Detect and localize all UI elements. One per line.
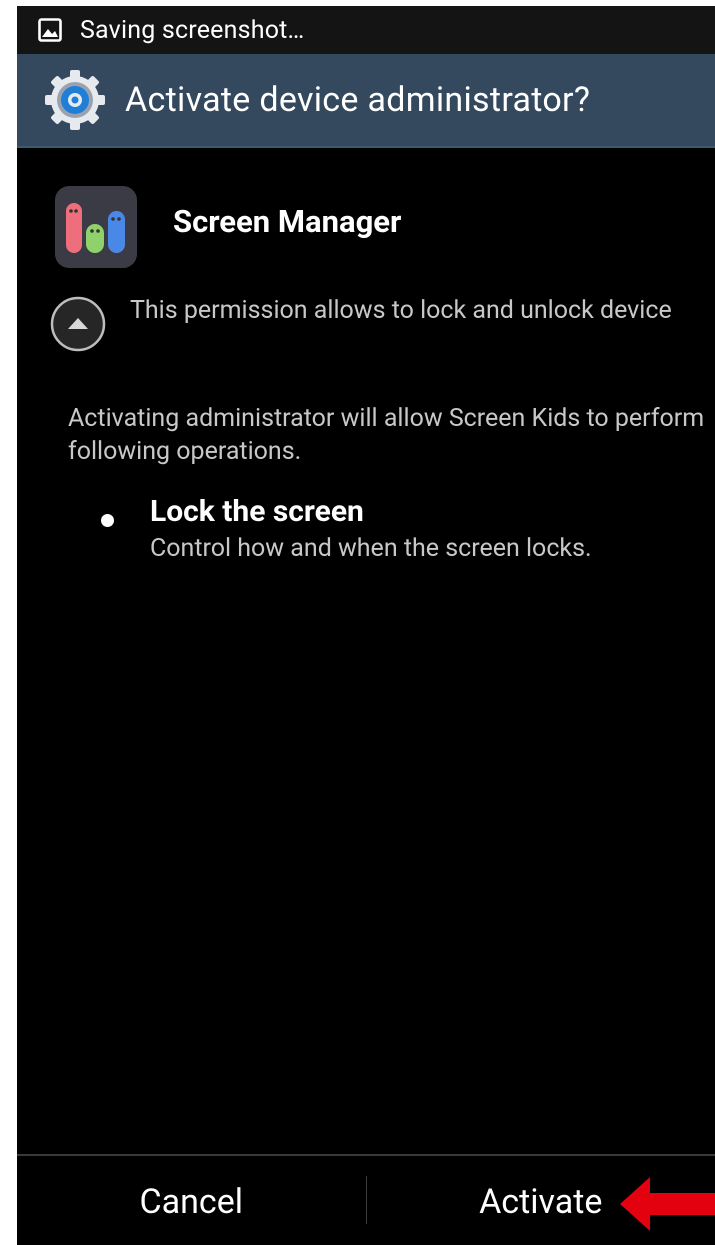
operation-description: Control how and when the screen locks. [150, 534, 592, 563]
cancel-button[interactable]: Cancel [17, 1156, 366, 1245]
permission-text: This permission allows to lock and unloc… [130, 296, 672, 325]
screen: Saving screenshot… Activate device admin… [17, 6, 715, 1245]
admin-info-text: Activating administrator will allow Scre… [68, 404, 705, 466]
dialog-title: Activate device administrator? [125, 80, 591, 120]
chevron-up-icon[interactable] [50, 296, 106, 352]
bullet [101, 514, 114, 527]
dialog-title-bar: Activate device administrator? [17, 54, 715, 148]
app-name: Screen Manager [173, 203, 402, 240]
button-bar: Cancel Activate [17, 1154, 715, 1245]
operation-title: Lock the screen [150, 494, 364, 529]
app-icon [55, 186, 137, 268]
gear-icon [45, 70, 105, 130]
notification-text: Saving screenshot… [80, 15, 305, 45]
annotation-arrow-icon [620, 1177, 715, 1231]
status-bar[interactable]: Saving screenshot… [17, 6, 715, 54]
image-icon [37, 17, 63, 43]
